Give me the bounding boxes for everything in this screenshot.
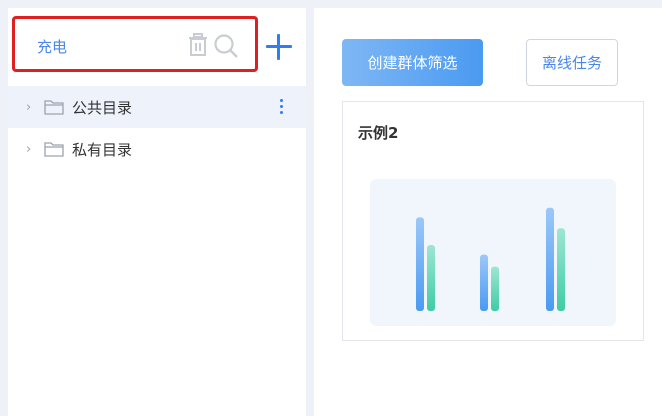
- chevron-right-icon[interactable]: ›: [26, 142, 36, 157]
- directory-tree: › 公共目录 › 私有目录: [8, 86, 306, 170]
- tree-item-label: 公共目录: [72, 98, 133, 117]
- search-icon[interactable]: [213, 33, 239, 59]
- thumbnail-bar: [546, 207, 554, 311]
- offline-task-button[interactable]: 离线任务: [526, 39, 618, 86]
- card-chart-thumbnail: [370, 179, 616, 326]
- card-title: 示例2: [358, 124, 399, 142]
- search-box: [12, 16, 258, 72]
- trash-icon[interactable]: [187, 33, 209, 57]
- thumbnail-bar: [491, 266, 499, 311]
- folder-icon: [44, 142, 64, 157]
- example-card[interactable]: 示例2: [342, 101, 644, 341]
- bar-chart-icon: [416, 207, 565, 311]
- right-panel: 创建群体筛选 离线任务 示例2: [314, 8, 662, 416]
- left-panel: › 公共目录 › 私有目录: [8, 8, 306, 416]
- create-group-filter-button[interactable]: 创建群体筛选: [342, 39, 483, 86]
- tree-item-label: 私有目录: [72, 140, 133, 159]
- thumbnail-bar: [480, 254, 488, 311]
- tree-item-public[interactable]: › 公共目录: [8, 86, 306, 128]
- chevron-right-icon[interactable]: ›: [26, 100, 36, 115]
- search-input[interactable]: [37, 35, 187, 57]
- more-vertical-icon[interactable]: [280, 99, 284, 115]
- add-button[interactable]: [266, 34, 292, 60]
- top-strip: [0, 0, 662, 8]
- thumbnail-bar: [427, 245, 435, 311]
- tree-item-private[interactable]: › 私有目录: [8, 128, 306, 170]
- thumbnail-bar: [557, 228, 565, 311]
- folder-icon: [44, 100, 64, 115]
- thumbnail-bar: [416, 217, 424, 311]
